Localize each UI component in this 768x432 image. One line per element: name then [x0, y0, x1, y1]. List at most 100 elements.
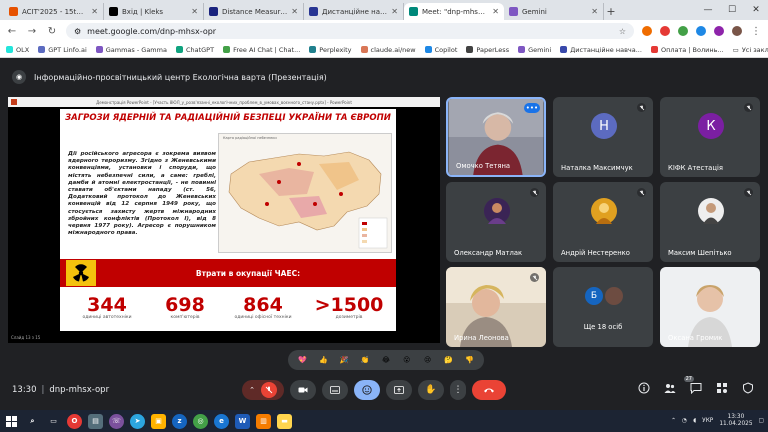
- more-options-icon[interactable]: •••: [524, 103, 540, 113]
- forward-icon[interactable]: →: [26, 26, 38, 37]
- reaction-sad[interactable]: 😢: [423, 355, 433, 365]
- bookmark-item[interactable]: Perplexity: [309, 46, 352, 54]
- close-icon[interactable]: ✕: [191, 7, 198, 16]
- slide-title: ЗАГРОЗИ ЯДЕРНІЙ ТА РАДІАЦІЙНІЙ БЕЗПЕЦІ У…: [65, 113, 391, 123]
- new-tab-button[interactable]: +: [604, 3, 618, 20]
- avatar: [591, 198, 617, 224]
- bookmark-item[interactable]: Gemini: [518, 46, 551, 54]
- minimize-icon[interactable]: —: [696, 0, 720, 20]
- raise-hand-button[interactable]: ✋: [418, 380, 444, 400]
- chevron-up-icon[interactable]: ⌃: [249, 386, 255, 394]
- bookmark-item[interactable]: OLX: [6, 46, 29, 54]
- close-icon[interactable]: ✕: [591, 7, 598, 16]
- participant-tile[interactable]: К КІФК Атестація: [660, 97, 760, 177]
- menu-icon[interactable]: ⋮: [750, 26, 762, 37]
- maximize-icon[interactable]: ☐: [720, 0, 744, 20]
- emoji-button[interactable]: [354, 380, 380, 400]
- bookmark-item[interactable]: GPT Linfo.ai: [38, 46, 87, 54]
- reaction-clap[interactable]: 👏: [360, 355, 370, 365]
- tab-favicon: [409, 7, 418, 16]
- browser-tab-5[interactable]: Gemini ✕: [504, 3, 604, 20]
- browser-tab-0[interactable]: ACIT'2025 - 15th Internatio✕: [4, 3, 104, 20]
- participant-tile[interactable]: Ирина Леонова: [446, 267, 546, 347]
- back-icon[interactable]: ←: [6, 26, 18, 37]
- edge-icon[interactable]: e: [214, 413, 229, 429]
- extension-icon[interactable]: [678, 26, 688, 36]
- opera-icon[interactable]: O: [67, 413, 82, 429]
- participant-tile[interactable]: ••• Омочко Тетяна: [446, 97, 546, 177]
- info-icon[interactable]: [638, 382, 650, 394]
- bookmark-item[interactable]: PaperLess: [466, 46, 509, 54]
- more-participants-tile[interactable]: Б Ще 18 осіб: [553, 267, 653, 347]
- people-icon[interactable]: [664, 382, 676, 394]
- close-icon[interactable]: ✕: [91, 7, 98, 16]
- tray-chevron-icon[interactable]: ⌃: [671, 418, 676, 424]
- zoom-icon[interactable]: z: [172, 413, 187, 429]
- volume-icon[interactable]: ◖: [693, 418, 696, 424]
- windows-start-icon[interactable]: [4, 414, 19, 429]
- chrome-icon[interactable]: ◎: [193, 413, 208, 429]
- bookmark-icon: [518, 46, 526, 53]
- browser-tab-3[interactable]: Дистанційне навчання з П✕: [304, 3, 404, 20]
- search-icon[interactable]: ⌕: [25, 414, 40, 429]
- participant-tile[interactable]: Н Наталка Максимчук: [553, 97, 653, 177]
- extension-icon[interactable]: [642, 26, 652, 36]
- close-icon[interactable]: ✕: [492, 7, 499, 16]
- notification-icon[interactable]: ▢: [759, 418, 764, 424]
- participant-tile[interactable]: Олександр Матлак: [446, 182, 546, 262]
- bookmark-item[interactable]: Free AI Chat | Chat...: [223, 46, 300, 54]
- stat-office-equipment: 864 одиниці офісної техніки: [234, 294, 292, 320]
- reload-icon[interactable]: ↻: [46, 26, 58, 37]
- present-button[interactable]: [386, 380, 412, 400]
- browser-tab-2[interactable]: Distance Measurement usi✕: [204, 3, 304, 20]
- url-input[interactable]: ⚙ meet.google.com/dnp-mhsx-opr ☆: [66, 23, 634, 39]
- participant-tile[interactable]: Оксана Громик: [660, 267, 760, 347]
- chat-icon[interactable]: [690, 382, 702, 394]
- reaction-thumbs-up[interactable]: 👍: [318, 355, 328, 365]
- reaction-party[interactable]: 🎉: [339, 355, 349, 365]
- folder-icon[interactable]: ▬: [277, 413, 292, 429]
- app-icon[interactable]: ▥: [256, 413, 271, 429]
- host-controls-icon[interactable]: [742, 382, 754, 394]
- file-icon[interactable]: ▤: [88, 413, 103, 429]
- bookmark-star-icon[interactable]: ☆: [619, 27, 626, 36]
- reaction-heart[interactable]: 💖: [297, 355, 307, 365]
- participant-tile[interactable]: Андрій Нестеренко: [553, 182, 653, 262]
- camera-toggle-button[interactable]: [290, 380, 316, 400]
- bookmark-item[interactable]: Дистанційне навча...: [560, 46, 642, 54]
- taskbar-clock[interactable]: 13:30 11.04.2025: [719, 414, 752, 428]
- reaction-thinking[interactable]: 🤔: [444, 355, 454, 365]
- activities-icon[interactable]: [716, 382, 728, 394]
- bookmark-item[interactable]: Оплата | Волинь...: [650, 46, 724, 54]
- participant-tile[interactable]: Максим Шепітько: [660, 182, 760, 262]
- browser-tab-4[interactable]: Meet: "dnp-mhsx-opr"✕: [404, 3, 504, 20]
- bookmark-item[interactable]: Copilot: [424, 46, 457, 54]
- close-window-icon[interactable]: ✕: [744, 0, 768, 20]
- file-explorer-icon[interactable]: ▣: [151, 413, 166, 429]
- captions-button[interactable]: [322, 380, 348, 400]
- telegram-icon[interactable]: ➤: [130, 413, 145, 429]
- close-icon[interactable]: ✕: [291, 7, 298, 16]
- reaction-surprised[interactable]: 😮: [402, 355, 412, 365]
- word-icon[interactable]: W: [235, 413, 250, 429]
- language-indicator[interactable]: УКР: [702, 418, 713, 424]
- bookmark-item[interactable]: ChatGPT: [175, 46, 214, 54]
- mic-toggle-button[interactable]: ⌃: [242, 380, 284, 400]
- bookmark-item[interactable]: Gammas - Gamma: [95, 46, 167, 54]
- bookmark-item[interactable]: claude.ai/new: [360, 46, 416, 54]
- task-view-icon[interactable]: ▭: [46, 414, 61, 429]
- more-options-button[interactable]: ⋮: [450, 380, 466, 400]
- extension-icon[interactable]: [696, 26, 706, 36]
- network-icon[interactable]: ◔: [682, 418, 687, 424]
- profile-avatar[interactable]: [732, 26, 742, 36]
- viber-icon[interactable]: ☏: [109, 413, 124, 429]
- reaction-laugh[interactable]: 😂: [381, 355, 391, 365]
- all-bookmarks-button[interactable]: ▭Усі закладки: [733, 46, 768, 54]
- extension-icon[interactable]: [714, 26, 724, 36]
- close-icon[interactable]: ✕: [391, 7, 398, 16]
- reaction-thumbs-down[interactable]: 👎: [464, 355, 474, 365]
- end-call-button[interactable]: [472, 380, 506, 400]
- browser-tab-1[interactable]: Вхід | Kleks ✕: [104, 3, 204, 20]
- extension-icon[interactable]: [660, 26, 670, 36]
- site-info-icon[interactable]: ⚙: [74, 27, 81, 36]
